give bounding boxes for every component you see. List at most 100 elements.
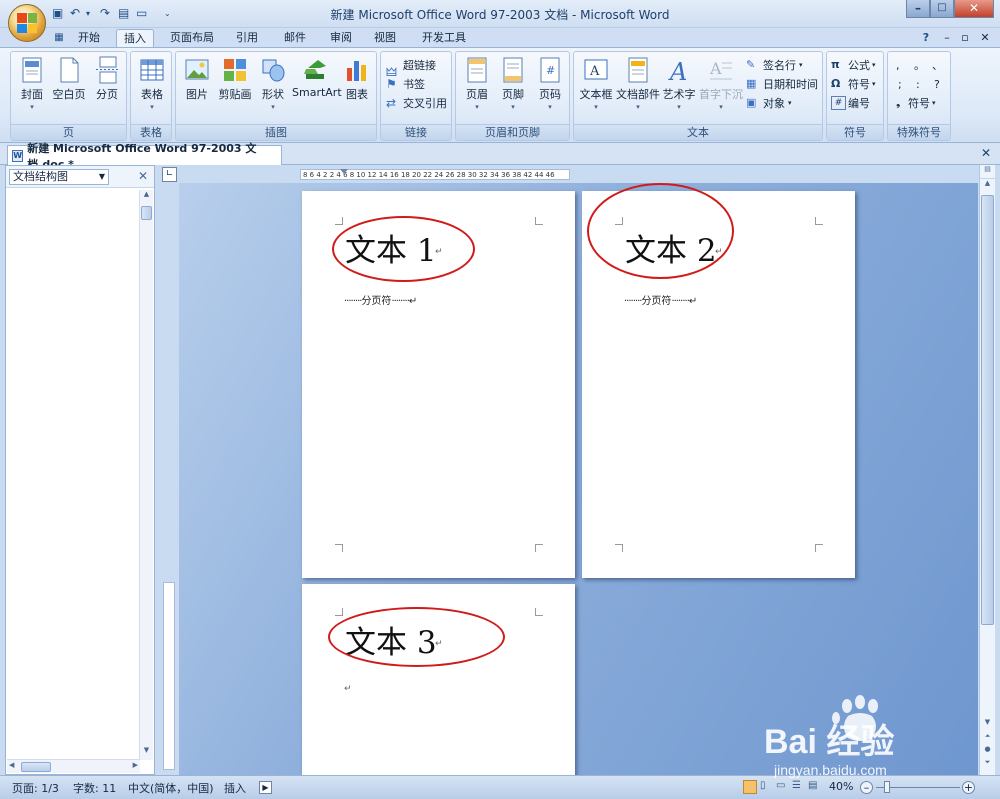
page-break-button[interactable]: 分页 [89, 56, 125, 102]
word-count[interactable]: 字数: 11 [73, 780, 116, 796]
close-document-icon[interactable]: ✕ [981, 146, 991, 160]
vertical-ruler[interactable] [162, 190, 176, 775]
draft-view-icon[interactable]: ▤ [808, 780, 817, 791]
tab-review[interactable]: 审阅 [322, 29, 360, 48]
drop-cap-button[interactable]: A 首字下沉 ▾ [698, 56, 744, 111]
cross-reference-button[interactable]: ⇄ 交叉引用 [386, 94, 447, 112]
chevron-down-icon: ▾ [677, 103, 681, 111]
page-count[interactable]: 页面: 1/3 [12, 780, 59, 796]
cross-reference-icon: ⇄ [386, 96, 397, 110]
special-char-enum-comma[interactable]: 、 [932, 56, 943, 74]
close-button[interactable]: ✕ [954, 0, 994, 18]
view-ruler-icon[interactable]: ▤ [980, 165, 995, 179]
page-2[interactable]: 文本 2 ↵ ········分页符········↵ [582, 183, 855, 578]
print-layout-view-icon[interactable] [743, 780, 757, 794]
scroll-right-icon[interactable]: ▶ [133, 761, 138, 769]
zoom-level[interactable]: 40% [829, 780, 853, 793]
tab-insert[interactable]: 插入 [116, 29, 154, 48]
chevron-down-icon: ▾ [636, 103, 640, 111]
tab-references[interactable]: 引用 [228, 29, 266, 48]
office-button[interactable] [8, 4, 46, 42]
pane-vertical-scrollbar[interactable]: ▲ ▼ [139, 190, 153, 760]
text-box-button[interactable]: A 文本框 ▾ [577, 56, 615, 111]
minimize-button[interactable]: – [906, 0, 930, 18]
equation-button[interactable]: π 公式 ▾ [831, 56, 876, 74]
document-canvas[interactable]: 文本 1 ↵ ········分页符········↵ 文本 2 ↵ ·····… [179, 183, 978, 775]
scroll-down-icon[interactable]: ▼ [140, 746, 153, 760]
tab-developer[interactable]: 开发工具 [414, 29, 474, 48]
blank-page-button[interactable]: 空白页 [51, 56, 87, 102]
scroll-left-icon[interactable]: ◀ [9, 761, 14, 769]
special-char-question[interactable]: ? [934, 75, 940, 93]
picture-button[interactable]: 图片 [178, 56, 216, 102]
language-status[interactable]: 中文(简体，中国) [128, 780, 214, 796]
ribbon-restore-icon[interactable]: ▫ [958, 29, 972, 48]
date-time-button[interactable]: ▦ 日期和时间 [746, 75, 818, 93]
group-links: 🜲 超链接 ⚑ 书签 ⇄ 交叉引用 链接 [380, 51, 452, 141]
maximize-button[interactable]: □ [930, 0, 954, 18]
macro-record-icon[interactable]: ▶ [259, 781, 272, 794]
page-3[interactable]: 文本 3 ↵ ↵ [302, 584, 575, 775]
special-char-semicolon[interactable]: ; [898, 75, 902, 93]
hyperlink-button[interactable]: 🜲 超链接 [386, 56, 436, 79]
bookmark-button[interactable]: ⚑ 书签 [386, 75, 425, 93]
footer-button[interactable]: 页脚 ▾ [495, 56, 531, 111]
signature-line-button[interactable]: ✎ 签名行 ▾ [746, 56, 803, 74]
quick-parts-button[interactable]: 文档部件 ▾ [616, 56, 660, 111]
document-map-dropdown[interactable]: 文档结构图 ▼ [9, 169, 109, 185]
document-tab[interactable]: W 新建 Microsoft Office Word 97-2003 文档.do… [7, 142, 282, 171]
scroll-up-icon[interactable]: ▲ [980, 179, 995, 193]
document-vertical-scrollbar[interactable]: ▤ ▲ ▼ ⏶ ● ⏷ [979, 165, 995, 775]
ribbon-close-icon[interactable]: ✕ [978, 29, 992, 48]
web-layout-icon[interactable]: ▭ [776, 780, 785, 791]
clip-art-button[interactable]: 剪贴画 [216, 56, 254, 102]
symbol-button[interactable]: Ω 符号 ▾ [831, 75, 876, 93]
header-button[interactable]: 页眉 ▾ [459, 56, 495, 111]
pane-scroll-thumb[interactable] [141, 206, 152, 220]
chart-button[interactable]: 图表 [338, 56, 376, 102]
tab-selector-icon[interactable]: ∟ [162, 167, 177, 182]
omega-icon: Ω [831, 77, 841, 90]
zoom-slider-thumb[interactable] [884, 781, 890, 793]
outline-view-icon[interactable]: ☰ [792, 780, 801, 791]
document-scroll-thumb[interactable] [981, 195, 994, 625]
zoom-out-icon[interactable]: – [860, 781, 873, 794]
smartart-icon [304, 60, 326, 79]
tab-page-layout[interactable]: 页面布局 [164, 29, 220, 48]
page-number-button[interactable]: # 页码 ▾ [532, 56, 568, 111]
close-pane-icon[interactable]: ✕ [138, 169, 148, 183]
tab-home[interactable]: 开始 [70, 29, 108, 48]
scroll-up-icon[interactable]: ▲ [140, 190, 153, 204]
previous-page-icon[interactable]: ⏶ [980, 732, 995, 741]
tab-view[interactable]: 视图 [366, 29, 404, 48]
full-screen-reading-icon[interactable]: ▯ [760, 780, 766, 791]
pane-hscroll-thumb[interactable] [21, 762, 51, 772]
more-symbols-button[interactable]: ❟ 符号 ▾ [896, 94, 936, 112]
help-icon[interactable]: ? [918, 29, 934, 48]
numbering-button[interactable]: # 编号 [831, 94, 870, 112]
shapes-button[interactable]: 形状 ▾ [254, 56, 292, 111]
special-char-comma[interactable]: , [896, 56, 900, 74]
page-1[interactable]: 文本 1 ↵ ········分页符········↵ [302, 191, 575, 578]
special-char-period[interactable]: 。 [914, 56, 925, 74]
hyperlink-label: 超链接 [403, 59, 436, 72]
indent-marker-icon[interactable] [340, 169, 348, 174]
smartart-button[interactable]: SmartArt [292, 56, 342, 99]
object-button[interactable]: ▣ 对象 ▾ [746, 94, 792, 112]
chevron-down-icon: ▾ [932, 99, 936, 107]
zoom-in-icon[interactable]: + [962, 781, 975, 794]
insert-mode[interactable]: 插入 [224, 780, 246, 796]
cover-page-label: 封面 [21, 88, 43, 101]
cover-page-button[interactable]: 封面 ▾ [14, 56, 50, 111]
horizontal-ruler[interactable]: 8 6 4 2 2 4 6 8 10 12 14 16 18 20 22 24 … [180, 168, 980, 181]
tab-mailings[interactable]: 邮件 [276, 29, 314, 48]
chart-icon [347, 61, 366, 81]
wordart-button[interactable]: A 艺术字 ▾ [661, 56, 697, 111]
special-char-colon[interactable]: : [916, 75, 920, 93]
scroll-down-icon[interactable]: ▼ [980, 718, 995, 726]
select-browse-object-icon[interactable]: ● [980, 745, 995, 753]
table-button[interactable]: 表格 ▾ [134, 56, 170, 111]
ribbon-minimize-icon[interactable]: – [940, 29, 954, 48]
pane-horizontal-scrollbar[interactable]: ◀ ▶ [7, 759, 140, 773]
next-page-icon[interactable]: ⏷ [980, 758, 995, 767]
